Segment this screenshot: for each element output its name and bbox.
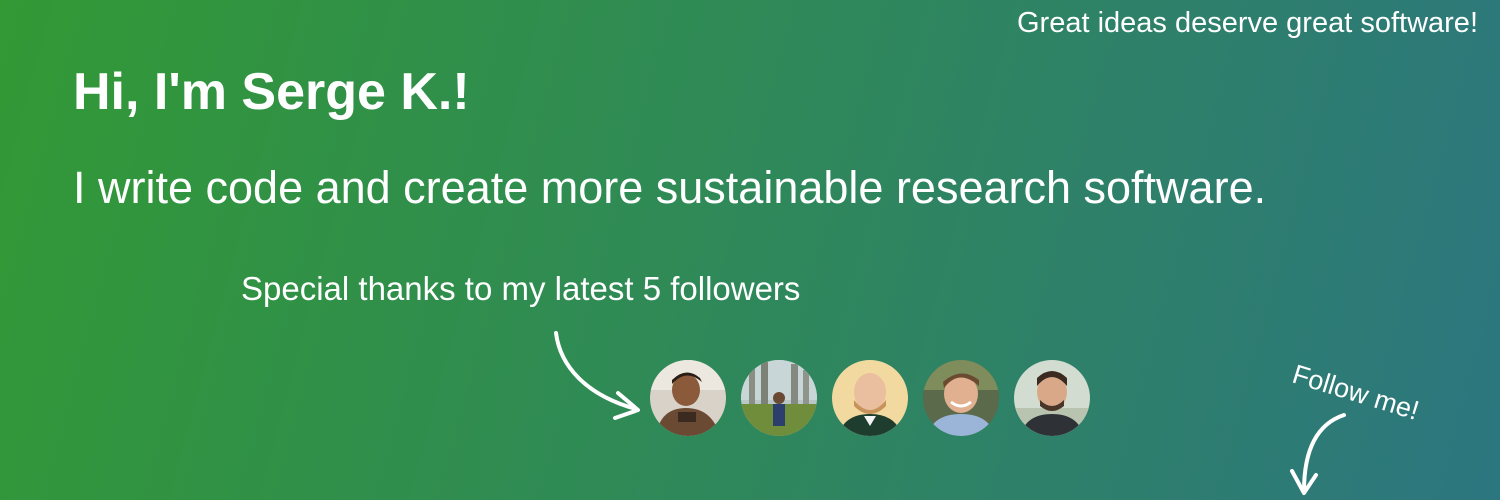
follower-avatar-1[interactable] (650, 360, 726, 436)
follower-avatar-3[interactable] (832, 360, 908, 436)
curved-arrow-icon (554, 331, 640, 420)
tagline: Great ideas deserve great software! (1016, 7, 1478, 39)
greeting-heading: Hi, I'm Serge K.! (73, 63, 470, 121)
follower-avatar-4[interactable] (923, 360, 999, 436)
follower-avatar-2[interactable] (741, 360, 817, 436)
followers-thanks-label: Special thanks to my latest 5 followers (241, 270, 801, 307)
followers-list (650, 360, 1090, 436)
profile-banner: Great ideas deserve great software! Hi, … (0, 0, 1500, 500)
curved-arrow-icon (1290, 413, 1346, 495)
follower-avatar-5[interactable] (1014, 360, 1090, 436)
subtitle: I write code and create more sustainable… (73, 162, 1267, 213)
